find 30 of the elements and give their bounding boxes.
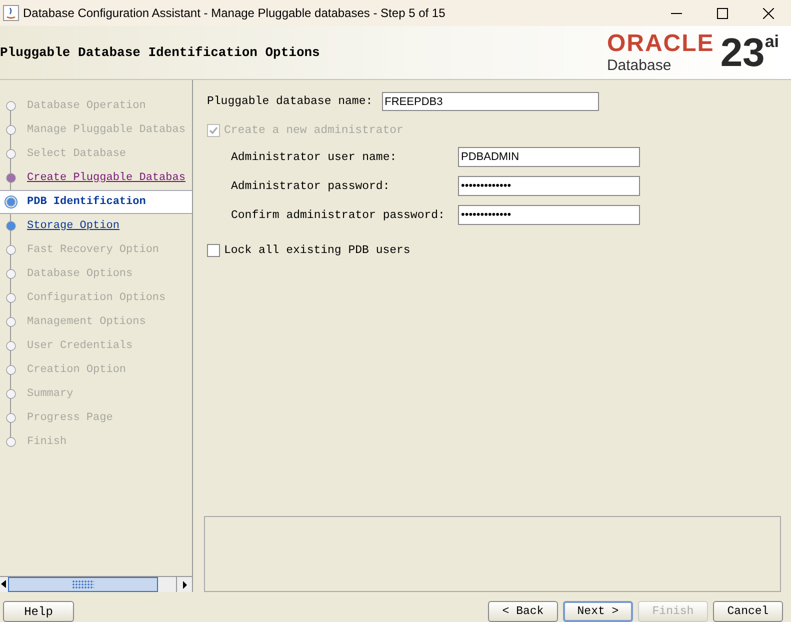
help-button[interactable]: Help (3, 601, 74, 622)
version-suffix: ai (764, 32, 779, 50)
app-icon (3, 5, 19, 21)
scroll-thumb[interactable] (8, 577, 158, 592)
wizard-step[interactable]: Create Pluggable Databas (0, 166, 192, 190)
field-label: Administrator password: (231, 178, 391, 195)
maximize-icon (716, 8, 728, 18)
field-label: Pluggable database name: (207, 94, 373, 110)
field-label: Confirm administrator password: (231, 208, 446, 224)
checkbox[interactable] (207, 244, 220, 258)
version-number: 23 (720, 32, 765, 72)
checkbox-label: Lock all existing PDB users (224, 243, 410, 260)
nav-button[interactable]: < Back (488, 601, 558, 622)
wizard-step[interactable]: PDB Identification (0, 190, 192, 214)
horizontal-scrollbar[interactable] (0, 576, 192, 592)
input-field[interactable]: ••••••••••••• (458, 176, 640, 196)
field-label: Administrator user name: (231, 150, 398, 166)
product-name: Database (606, 58, 672, 73)
checkbox-label: Create a new administrator (224, 123, 404, 139)
nav-button[interactable]: Cancel (713, 601, 783, 622)
window-title: Database Configuration Assistant - Manage Pluggable databases - Step 5 of 15 (23, 5, 446, 22)
input-field[interactable]: FREEPDB3 (382, 92, 599, 111)
scroll-right-icon (182, 580, 188, 588)
input-field[interactable]: PDBADMIN (458, 147, 640, 168)
close-icon (762, 8, 774, 18)
brand-wordmark: ORACLE (606, 32, 714, 56)
nav-button[interactable]: Next > (563, 601, 633, 622)
input-field[interactable]: ••••••••••••• (458, 205, 640, 226)
page-heading: Pluggable Database Identification Options (0, 44, 320, 62)
wizard-step[interactable]: Storage Option (0, 214, 192, 238)
